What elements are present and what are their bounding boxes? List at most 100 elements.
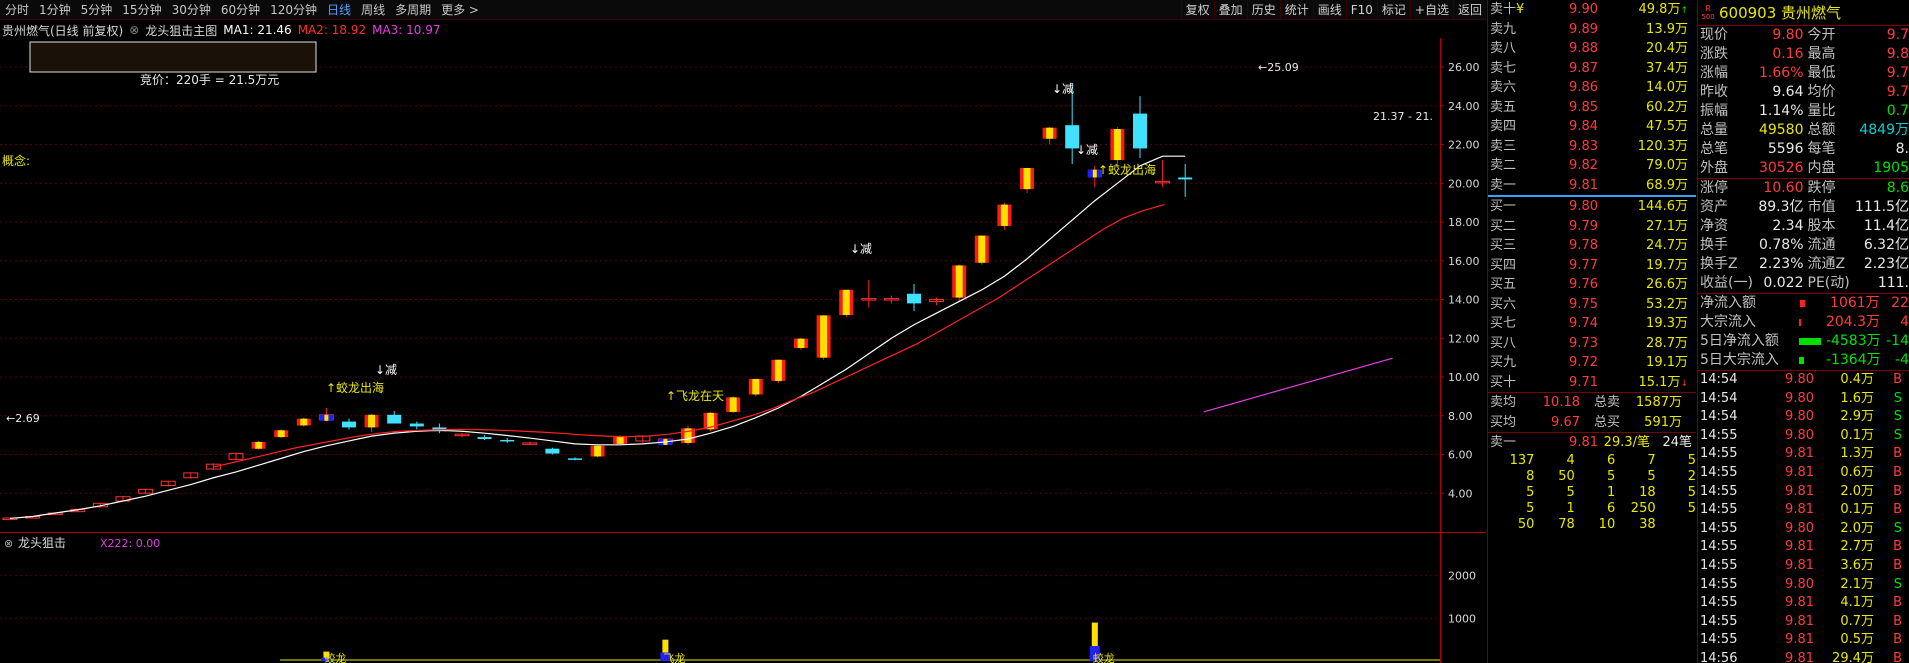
stock-code-name[interactable]: 600903 贵州燃气 bbox=[1719, 2, 1841, 23]
candle-core bbox=[1046, 127, 1054, 139]
order-row[interactable]: 卖九 9.89 13.9万 bbox=[1488, 20, 1696, 40]
toolbar: 分时 1分钟 5分钟 15分钟 30分钟 60分钟 120分钟 日线 周线 多周期 更多 > 复权叠… bbox=[0, 0, 1486, 20]
order-row[interactable]: 卖七 9.87 37.4万 bbox=[1488, 59, 1696, 79]
queue-row: 5 5 1 18 5 bbox=[1526, 484, 1697, 500]
order-row[interactable]: 买二 9.79 27.1万 bbox=[1488, 217, 1696, 237]
candle-core bbox=[1000, 204, 1008, 226]
sub-chart[interactable]: ⊗ 龙头狙击 X222: 0.00 2000 1000 蛟龙 飞龙 蛟龙 bbox=[0, 532, 1486, 663]
auction-box bbox=[29, 41, 317, 73]
flow-bar bbox=[1797, 351, 1826, 370]
candle-body bbox=[342, 421, 356, 428]
tick-row: 14:56 9.81 29.4万 B bbox=[1700, 650, 1902, 663]
collapse-icon[interactable]: ⊗ bbox=[4, 537, 13, 550]
ask1-detail: 卖一 9.81 29.3/笔 24笔 bbox=[1490, 435, 1692, 450]
tab-period-1[interactable]: 1分钟 bbox=[34, 0, 76, 20]
tool-buttons: 复权 叠加 历史 统计 画线 F10 标记 +自选 返回 bbox=[1180, 0, 1486, 20]
order-row[interactable]: 买十 9.71 15.1万↓ bbox=[1488, 373, 1696, 393]
toolbar-button-6[interactable]: 标记 bbox=[1376, 0, 1410, 20]
signal-candle-core bbox=[1092, 169, 1097, 178]
order-row[interactable]: 买七 9.74 19.3万 bbox=[1488, 314, 1696, 334]
tab-period-8[interactable]: 周线 bbox=[356, 0, 390, 20]
stock-header: R 500 600903 贵州燃气 bbox=[1698, 0, 1909, 26]
candle-body bbox=[907, 293, 921, 304]
order-row[interactable]: 买六 9.75 53.2万 bbox=[1488, 295, 1696, 315]
toolbar-button-0[interactable]: 复权 bbox=[1180, 0, 1214, 20]
order-row[interactable]: 卖五 9.85 60.2万 bbox=[1488, 98, 1696, 118]
order-row[interactable]: 卖十¥ 9.90 49.8万↑ bbox=[1488, 0, 1696, 20]
quote-row: 资产 89.3亿 市值 111.5亿 bbox=[1700, 199, 1909, 215]
toolbar-button-4[interactable]: 画线 bbox=[1312, 0, 1346, 20]
toolbar-button-1[interactable]: 叠加 bbox=[1213, 0, 1247, 20]
signal-annotation: ↓减 bbox=[850, 242, 872, 256]
candle-core bbox=[255, 441, 263, 449]
tab-period-3[interactable]: 15分钟 bbox=[117, 0, 166, 20]
main-chart[interactable]: 竞价：220手 = 21.5万元 概念: ↓减↓减↓减↓减↑蛟龙出海↑飞龙在天↑… bbox=[0, 38, 1486, 532]
order-row[interactable]: 买八 9.73 28.7万 bbox=[1488, 334, 1696, 354]
candle-core bbox=[300, 418, 308, 426]
tab-period-6[interactable]: 120分钟 bbox=[265, 0, 322, 20]
settings-icon[interactable]: ⊗ bbox=[129, 23, 139, 37]
toolbar-button-3[interactable]: 统计 bbox=[1279, 0, 1313, 20]
candle-core bbox=[368, 414, 376, 428]
toolbar-button-2[interactable]: 历史 bbox=[1246, 0, 1280, 20]
y-tick-label: 8.00 bbox=[1448, 410, 1473, 423]
candle-core bbox=[797, 338, 805, 348]
toolbar-button-7[interactable]: +自选 bbox=[1409, 0, 1453, 20]
quote-row: 振幅 1.14% 量比 0.7 bbox=[1700, 103, 1909, 119]
order-row[interactable]: 卖三 9.83 120.3万 bbox=[1488, 137, 1696, 157]
tick-row: 14:55 9.80 0.1万 S bbox=[1700, 427, 1902, 443]
order-row[interactable]: 买三 9.78 24.7万 bbox=[1488, 236, 1696, 256]
signal-annotation: ↓减 bbox=[1076, 143, 1098, 157]
order-row[interactable]: 卖二 9.82 79.0万 bbox=[1488, 156, 1696, 176]
chart-title[interactable]: 贵州燃气(日线 前复权) bbox=[2, 22, 123, 39]
order-book: 卖十¥ 9.90 49.8万↑ 卖九 9.89 13.9万 卖八 9.88 20.4万 卖七 9.8… bbox=[1487, 0, 1696, 663]
ask-list: 卖十¥ 9.90 49.8万↑ 卖九 9.89 13.9万 卖八 9.88 20.4万 卖七 9.8… bbox=[1488, 0, 1696, 195]
candle-core bbox=[277, 430, 285, 438]
quote-rows-2: 涨停 10.60 跌停 8.6 资产 89.3亿 市值 111.5亿 净资 2.34 股本 11.4亿… bbox=[1698, 179, 1909, 293]
tab-period-9[interactable]: 多周期 bbox=[390, 0, 436, 20]
period-tabs: 分时 1分钟 5分钟 15分钟 30分钟 60分钟 120分钟 日线 周线 多周期 更多 > bbox=[0, 0, 484, 20]
candle-core bbox=[978, 235, 986, 263]
tab-period-10[interactable]: 更多 > bbox=[436, 0, 484, 20]
ma1-value: MA1: 21.46 bbox=[223, 23, 292, 37]
sub-bar-yellow bbox=[1091, 622, 1098, 647]
quote-row: 总笔 5596 每笔 8. bbox=[1700, 141, 1909, 157]
order-row[interactable]: 买一 9.80 144.6万 bbox=[1488, 197, 1696, 217]
tab-period-7[interactable]: 日线 bbox=[322, 0, 356, 20]
order-row[interactable]: 买四 9.77 19.7万 bbox=[1488, 256, 1696, 276]
y-tick-label: 12.00 bbox=[1448, 332, 1480, 345]
order-row[interactable]: 卖一 9.81 68.9万 bbox=[1488, 176, 1696, 196]
signal-annotation: ↑飞龙在天 bbox=[666, 389, 724, 403]
r-badge: R 500 bbox=[1701, 3, 1715, 21]
candle-core bbox=[820, 315, 828, 358]
tick-row: 14:55 9.81 1.3万 B bbox=[1700, 446, 1902, 462]
order-row[interactable]: 买五 9.76 26.6万 bbox=[1488, 275, 1696, 295]
tab-period-5[interactable]: 60分钟 bbox=[216, 0, 265, 20]
toolbar-button-5[interactable]: F10 bbox=[1345, 0, 1377, 20]
quote-row: 净资 2.34 股本 11.4亿 bbox=[1700, 218, 1909, 234]
ma2-value: MA2: 18.92 bbox=[297, 23, 367, 37]
candle-body bbox=[1178, 177, 1193, 180]
y-tick-label: 26.00 bbox=[1448, 61, 1480, 74]
queue-row: 137 4 6 7 5 bbox=[1509, 452, 1697, 468]
order-row[interactable]: 卖八 9.88 20.4万 bbox=[1488, 39, 1696, 59]
candle-body bbox=[409, 423, 424, 427]
toolbar-button-8[interactable]: 返回 bbox=[1452, 0, 1486, 20]
order-row[interactable]: 买九 9.72 19.1万 bbox=[1488, 353, 1696, 373]
indicator-name[interactable]: 龙头狙击主图 bbox=[145, 22, 217, 39]
tab-period-2[interactable]: 5分钟 bbox=[76, 0, 118, 20]
sub-bar-label: 蛟龙 bbox=[1093, 651, 1115, 663]
quote-row: 收益(一) 0.022 PE(动) 111. bbox=[1700, 275, 1909, 291]
tab-period-4[interactable]: 30分钟 bbox=[167, 0, 216, 20]
quote-rows: 现价 9.80 今开 9.7 涨跌 0.16 最高 9.8 涨幅 1.66% 最低 9.7 昨收 9.64… bbox=[1698, 26, 1909, 178]
order-row[interactable]: 卖六 9.86 14.0万 bbox=[1488, 78, 1696, 98]
candle-core bbox=[752, 378, 760, 395]
candle-core bbox=[729, 397, 737, 412]
tab-period-0[interactable]: 分时 bbox=[0, 0, 34, 20]
candle-body bbox=[568, 458, 582, 460]
flow-row: 5日净流入额 -4583万 -14 bbox=[1700, 333, 1909, 349]
chart-info-row: 贵州燃气(日线 前复权) ⊗ 龙头狙击主图 MA1: 21.46 MA2: 18… bbox=[0, 21, 1420, 39]
order-row[interactable]: 卖四 9.84 47.5万 bbox=[1488, 117, 1696, 137]
candle-core bbox=[616, 436, 624, 444]
y-tick-label: 20.00 bbox=[1448, 177, 1480, 190]
